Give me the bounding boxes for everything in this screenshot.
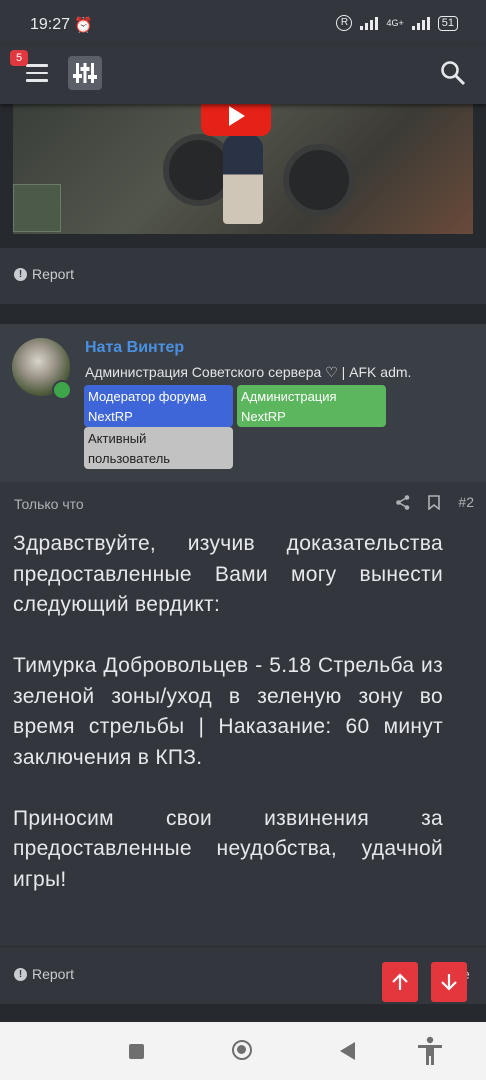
arrow-up-icon — [392, 973, 408, 990]
r-icon: R — [336, 15, 353, 31]
post-user-info: Ната Винтер Администрация Советского сер… — [0, 324, 486, 482]
post: Ната Винтер Администрация Советского сер… — [0, 324, 486, 1004]
paragraph: Здравствуйте, изучив доказательства пред… — [13, 532, 443, 616]
scroll-down-button[interactable] — [431, 962, 467, 1002]
post-actions: #2 — [396, 494, 474, 510]
first-post-footer: ! Report — [0, 248, 486, 304]
system-nav-bar — [0, 1022, 486, 1080]
status-bar: 19:27 ⏰ R 4G+ 51 — [0, 0, 486, 46]
paragraph: Тимурка Добровольцев - 5.18 Стрельба из … — [13, 654, 443, 769]
sliders-logo-icon[interactable] — [68, 56, 102, 90]
battery-icon: 51 — [437, 15, 458, 31]
hamburger-icon[interactable] — [26, 64, 48, 82]
warning-icon: ! — [14, 267, 27, 281]
report-label: Report — [32, 266, 75, 282]
app-bar: 5 — [0, 46, 486, 104]
youtube-play-icon[interactable] — [201, 104, 271, 136]
home-icon[interactable] — [232, 1040, 252, 1060]
accessibility-icon[interactable] — [416, 1036, 444, 1066]
search-icon[interactable] — [440, 60, 466, 86]
back-icon[interactable] — [340, 1042, 355, 1060]
user-title: Администрация Советского сервера ♡ | AFK… — [85, 364, 412, 380]
video-person — [223, 134, 263, 224]
signal-icon-2 — [411, 16, 430, 30]
game-minimap — [13, 184, 61, 232]
paragraph: Приносим свои извинения за предоставленн… — [13, 806, 443, 891]
warning-icon: ! — [14, 967, 27, 981]
notification-badge[interactable]: 5 — [10, 50, 28, 66]
active-user-banner: Активный пользователь — [84, 427, 233, 469]
divider — [0, 946, 486, 947]
username[interactable]: Ната Винтер — [85, 339, 184, 357]
moderator-banner: Модератор форума NextRP — [84, 385, 233, 427]
truck-wheel — [283, 144, 355, 216]
arrow-down-icon — [441, 974, 457, 991]
report-label: Report — [32, 966, 75, 982]
post-time[interactable]: Только что — [14, 496, 84, 512]
recents-icon[interactable] — [129, 1044, 144, 1059]
alarm-icon: ⏰ — [74, 17, 93, 34]
bookmark-icon[interactable] — [428, 494, 441, 510]
post-number[interactable]: #2 — [458, 494, 474, 510]
online-indicator-icon — [52, 380, 72, 400]
signal-icon — [360, 16, 379, 30]
network-label: 4G+ — [386, 18, 404, 28]
status-icons: R 4G+ 51 — [336, 15, 458, 31]
report-link[interactable]: ! Report — [14, 966, 74, 982]
share-icon[interactable] — [396, 494, 410, 510]
scroll-up-button[interactable] — [382, 962, 418, 1002]
report-link[interactable]: ! Report — [14, 266, 74, 282]
post-body: Здравствуйте, изучив доказательства пред… — [13, 529, 443, 895]
video-embed[interactable] — [13, 104, 473, 234]
clock: 19:27 — [30, 16, 71, 33]
administration-banner: Администрация NextRP — [237, 385, 386, 427]
